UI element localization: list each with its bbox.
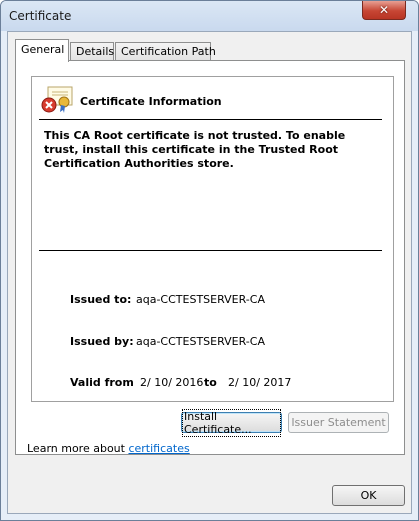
divider	[39, 119, 382, 120]
issued-to-value: aqa-CCTESTSERVER-CA	[136, 293, 265, 306]
certificate-dialog: Certificate ✕ General Details Certificat…	[0, 0, 419, 521]
ok-button[interactable]: OK	[332, 485, 405, 506]
valid-to-value: 2/ 10/ 2017	[228, 376, 292, 389]
info-title: Certificate Information	[80, 95, 222, 108]
tab-details[interactable]: Details	[70, 42, 114, 61]
valid-from-value: 2/ 10/ 2016	[140, 376, 204, 389]
learn-more-prefix: Learn more about	[27, 442, 129, 455]
close-icon: ✕	[378, 3, 390, 17]
dialog-client-area: General Details Certification Path Certi…	[7, 31, 412, 514]
tab-general[interactable]: General	[15, 39, 69, 62]
certificate-error-icon	[41, 86, 73, 113]
certificate-info-box: Certificate Information This CA Root cer…	[31, 76, 394, 402]
valid-from-label: Valid from	[70, 376, 134, 389]
title-bar[interactable]: Certificate ✕	[1, 1, 418, 31]
window-title: Certificate	[9, 9, 72, 23]
issued-by-value: aqa-CCTESTSERVER-CA	[136, 335, 265, 348]
trust-warning-text: This CA Root certificate is not trusted.…	[44, 129, 346, 170]
divider	[39, 250, 382, 251]
issued-by-label: Issued by:	[70, 335, 134, 348]
install-certificate-button[interactable]: Install Certificate...	[181, 408, 282, 437]
issuer-statement-button[interactable]: Issuer Statement	[288, 412, 389, 433]
learn-more-text: Learn more about certificates	[27, 442, 190, 455]
certificates-link[interactable]: certificates	[128, 442, 189, 455]
install-certificate-label: Install Certificate...	[182, 408, 281, 437]
close-button[interactable]: ✕	[362, 1, 406, 20]
issued-to-label: Issued to:	[70, 293, 132, 306]
tab-certification-path[interactable]: Certification Path	[115, 42, 216, 61]
valid-to-label: to	[204, 376, 217, 389]
